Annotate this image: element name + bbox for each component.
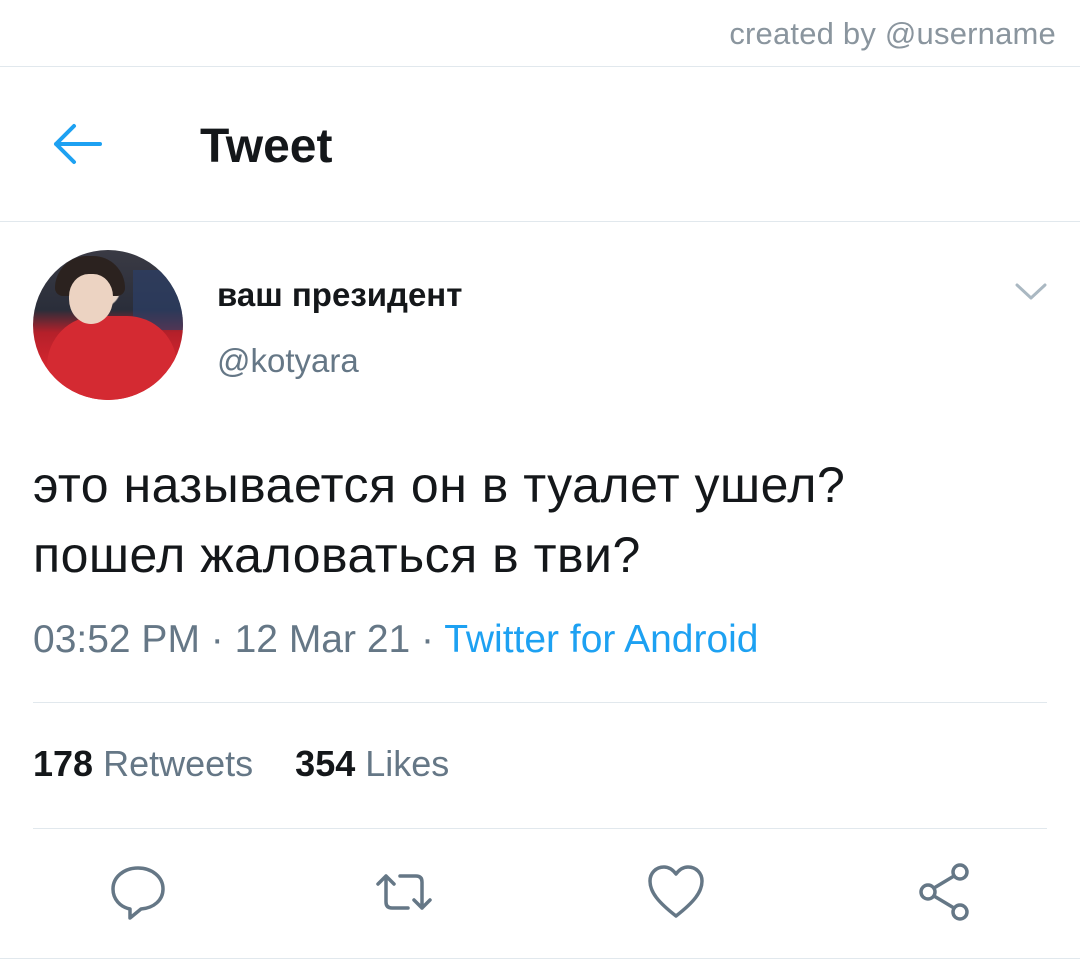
- meta-separator: ·: [199, 618, 235, 661]
- divider: [0, 958, 1080, 959]
- arrow-left-icon[interactable]: [50, 122, 104, 166]
- watermark-bar: created by @username: [0, 0, 1080, 67]
- tweet-time: 03:52 PM: [33, 618, 200, 661]
- divider: [33, 828, 1047, 829]
- page-title: Tweet: [200, 120, 333, 173]
- top-app-bar: Tweet: [0, 67, 1080, 222]
- author-display-name[interactable]: ваш президент: [217, 276, 462, 314]
- likes-count: 354: [295, 743, 356, 784]
- share-icon[interactable]: [914, 862, 974, 922]
- retweets-count: 178: [33, 743, 94, 784]
- tweet-source-link[interactable]: Twitter for Android: [444, 618, 758, 661]
- likes-label: Likes: [365, 743, 450, 784]
- tweet-body: это называется он в туалет ушел? пошел ж…: [33, 450, 1043, 590]
- avatar[interactable]: [33, 250, 183, 400]
- tweet-line-2: пошел жаловаться в тви?: [33, 527, 641, 583]
- retweets-label: Retweets: [103, 743, 254, 784]
- retweets-stat[interactable]: 178 Retweets: [33, 743, 253, 785]
- author-handle[interactable]: @kotyara: [217, 342, 359, 380]
- chevron-down-icon[interactable]: [1014, 282, 1048, 302]
- tweet-line-1: это называется он в туалет ушел?: [33, 457, 846, 513]
- tweet-meta: 03:52 PM · 12 Mar 21 · Twitter for Andro…: [33, 618, 759, 662]
- likes-stat[interactable]: 354 Likes: [295, 743, 449, 785]
- tweet-stats: 178 Retweets 354 Likes: [33, 743, 481, 785]
- reply-icon[interactable]: [108, 862, 168, 922]
- tweet-date: 12 Mar 21: [234, 618, 411, 661]
- heart-icon[interactable]: [646, 862, 706, 922]
- meta-separator: ·: [410, 618, 445, 661]
- divider: [33, 702, 1047, 703]
- watermark-text: created by @username: [729, 16, 1056, 51]
- retweet-icon[interactable]: [374, 862, 434, 922]
